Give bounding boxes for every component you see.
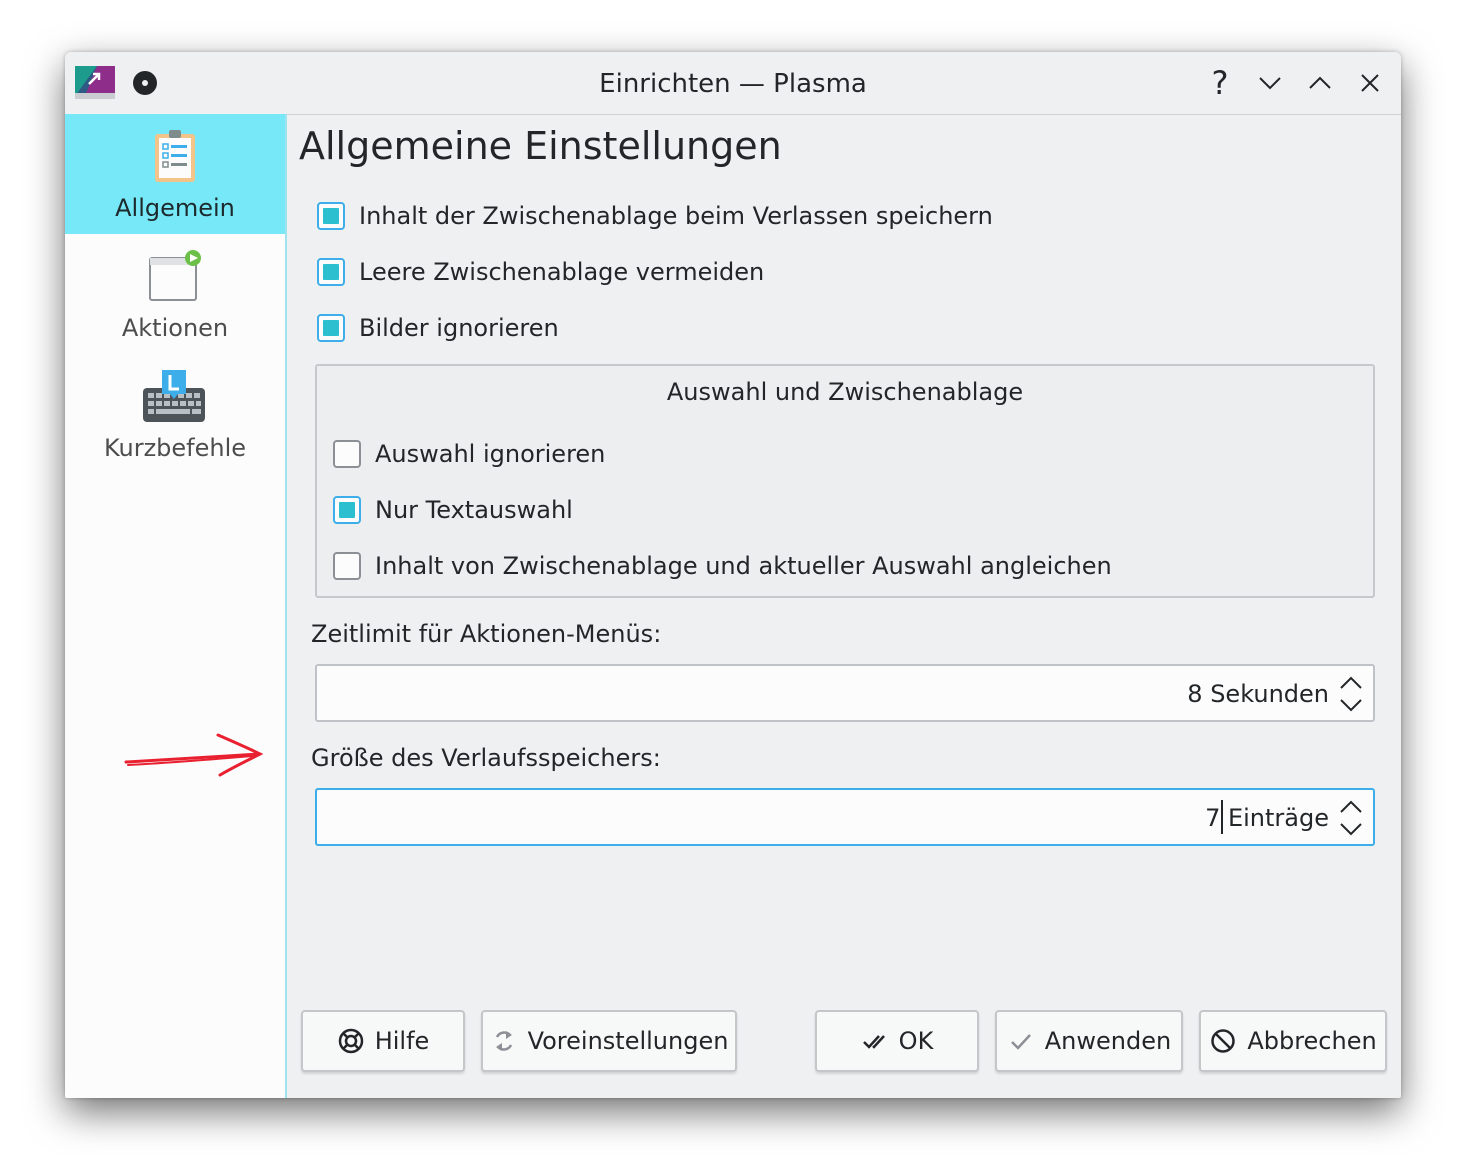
- group-title: Auswahl und Zwischenablage: [666, 378, 1024, 406]
- minimize-chevron-down-icon[interactable]: [1253, 66, 1287, 100]
- checkbox[interactable]: [317, 202, 345, 230]
- timeout-value: 8 Sekunden: [1187, 680, 1329, 708]
- checkbox-label: Inhalt der Zwischenablage beim Verlassen…: [359, 202, 993, 230]
- checkbox-sync-clipboard-selection[interactable]: Inhalt von Zwischenablage und aktueller …: [333, 546, 1112, 586]
- settings-dialog: Einrichten — Plasma ? Allgemein Aktionen…: [65, 52, 1401, 1098]
- apply-button[interactable]: Anwenden: [995, 1010, 1183, 1072]
- cancel-icon: [1211, 1029, 1236, 1053]
- main-content: Allgemeine Einstellungen Inhalt der Zwis…: [287, 114, 1401, 1098]
- sidebar-item-label: Aktionen: [121, 314, 229, 342]
- checkbox[interactable]: [333, 552, 361, 580]
- page-title: Allgemeine Einstellungen: [299, 124, 782, 168]
- help-button[interactable]: Hilfe: [301, 1010, 465, 1072]
- checkbox-ignore-selection[interactable]: Auswahl ignorieren: [333, 434, 605, 474]
- spin-arrows-icon[interactable]: [1337, 796, 1365, 840]
- checkbox-label: Bilder ignorieren: [359, 314, 559, 342]
- selection-clipboard-group: Auswahl und Zwischenablage Auswahl ignor…: [315, 364, 1375, 598]
- history-size-value: 7 Einträge: [1205, 804, 1329, 832]
- sidebar-item-aktionen[interactable]: Aktionen: [65, 234, 285, 354]
- sidebar: Allgemein Aktionen Kurzbefehle: [65, 114, 287, 1098]
- check-icon: [1010, 1034, 1031, 1050]
- checkbox[interactable]: [333, 496, 361, 524]
- checkbox-text-selection-only[interactable]: Nur Textauswahl: [333, 490, 573, 530]
- title-bar: Einrichten — Plasma ?: [65, 52, 1401, 115]
- history-size-spinbox[interactable]: 7 Einträge: [315, 788, 1375, 846]
- lifebuoy-icon: [338, 1028, 363, 1054]
- refresh-icon: [495, 1031, 512, 1051]
- timeout-label: Zeitlimit für Aktionen-Menüs:: [311, 620, 662, 648]
- help-button-label: Hilfe: [374, 1027, 430, 1055]
- help-icon[interactable]: ?: [1203, 66, 1237, 100]
- defaults-button[interactable]: Voreinstellungen: [481, 1010, 737, 1072]
- defaults-button-label: Voreinstellungen: [527, 1027, 729, 1055]
- checklist-icon: [155, 130, 195, 182]
- ok-button-label: OK: [898, 1027, 934, 1055]
- checkbox-avoid-empty[interactable]: Leere Zwischenablage vermeiden: [317, 252, 764, 292]
- spin-arrows-icon[interactable]: [1337, 672, 1365, 716]
- window-play-icon: [149, 250, 201, 301]
- apply-button-label: Anwenden: [1044, 1027, 1172, 1055]
- history-size-label: Größe des Verlaufsspeichers:: [311, 744, 661, 772]
- sidebar-item-label: Kurzbefehle: [103, 434, 247, 462]
- window-title: Einrichten — Plasma: [599, 69, 867, 99]
- maximize-chevron-up-icon[interactable]: [1303, 66, 1337, 100]
- annotation-arrow-icon: [124, 733, 264, 777]
- sidebar-item-kurzbefehle[interactable]: Kurzbefehle: [65, 354, 285, 474]
- checkbox-save-on-exit[interactable]: Inhalt der Zwischenablage beim Verlassen…: [317, 196, 993, 236]
- close-icon[interactable]: [1353, 66, 1387, 100]
- checkbox-label: Leere Zwischenablage vermeiden: [359, 258, 765, 286]
- checkbox-label: Inhalt von Zwischenablage und aktueller …: [375, 552, 1112, 580]
- checkbox-label: Auswahl ignorieren: [375, 440, 606, 468]
- checkbox[interactable]: [317, 314, 345, 342]
- sidebar-item-allgemein[interactable]: Allgemein: [65, 114, 285, 234]
- keyboard-icon: [143, 370, 205, 422]
- cancel-button-label: Abbrechen: [1247, 1027, 1377, 1055]
- double-check-icon: [862, 1035, 885, 1049]
- sidebar-item-label: Allgemein: [115, 194, 235, 222]
- timeout-spinbox[interactable]: 8 Sekunden: [315, 664, 1375, 722]
- checkbox-label: Nur Textauswahl: [375, 496, 573, 524]
- ok-button[interactable]: OK: [815, 1010, 979, 1072]
- checkbox[interactable]: [333, 440, 361, 468]
- checkbox[interactable]: [317, 258, 345, 286]
- checkbox-ignore-images[interactable]: Bilder ignorieren: [317, 308, 559, 348]
- cancel-button[interactable]: Abbrechen: [1199, 1010, 1387, 1072]
